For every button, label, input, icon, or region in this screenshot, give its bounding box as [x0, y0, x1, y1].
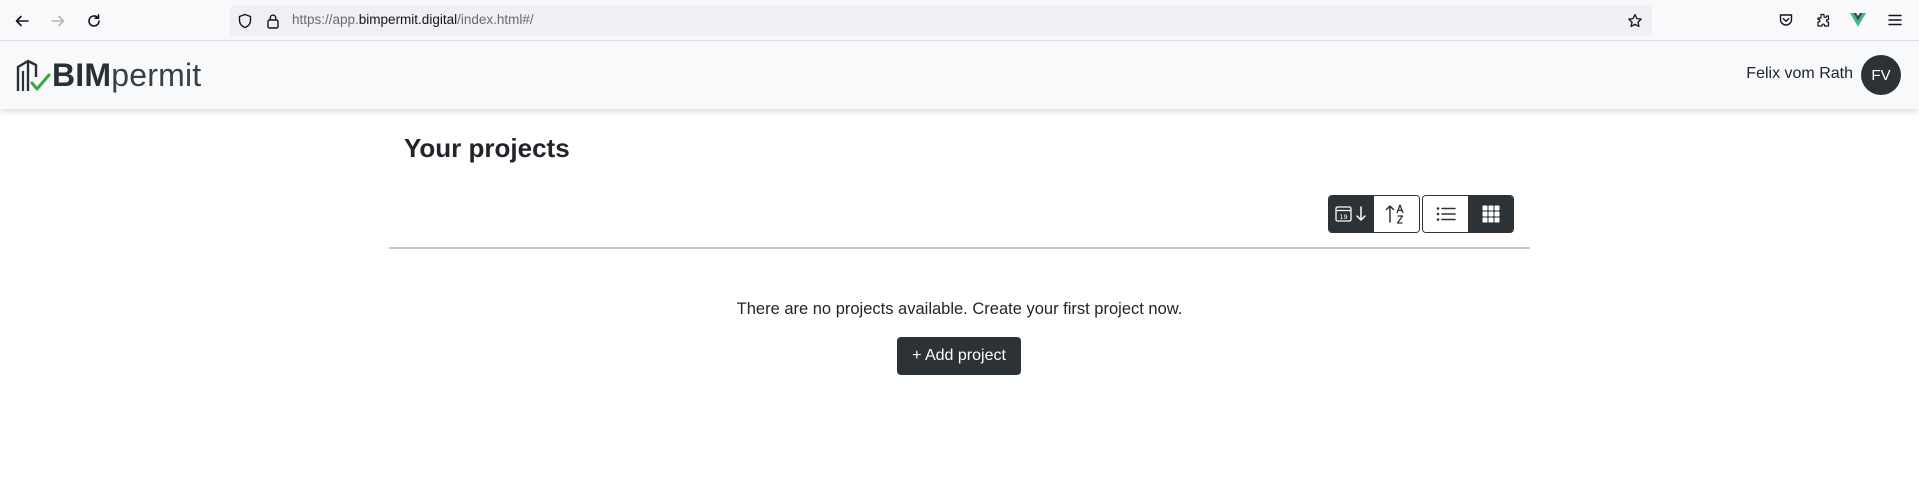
grid-view-button[interactable] — [1468, 196, 1513, 232]
avatar[interactable]: FV — [1861, 55, 1901, 95]
user-name[interactable]: Felix vom Rath — [1746, 65, 1853, 83]
address-bar[interactable]: https://app.bimpermit.digital/index.html… — [230, 5, 1652, 36]
lock-icon[interactable] — [264, 12, 282, 30]
sort-alpha-asc-icon — [1385, 204, 1404, 224]
bookmark-star-icon[interactable] — [1626, 12, 1644, 30]
url-text: https://app.bimpermit.digital/index.html… — [292, 12, 534, 27]
menu-icon[interactable] — [1884, 9, 1906, 31]
pocket-icon[interactable] — [1775, 9, 1797, 31]
list-view-button[interactable] — [1423, 196, 1468, 232]
content-divider — [389, 247, 1530, 249]
shield-icon[interactable] — [236, 12, 254, 30]
logo-light: permit — [111, 57, 202, 93]
building-check-logo-icon — [16, 59, 51, 91]
url-suffix: /index.html#/ — [457, 12, 534, 27]
sort-alpha-button[interactable] — [1374, 196, 1419, 232]
grid-icon — [1482, 205, 1499, 223]
url-domain: bimpermit.digital — [358, 12, 458, 27]
logo-bold: BIM — [52, 57, 112, 93]
back-icon[interactable] — [10, 9, 34, 33]
sort-button-group: 19 — [1328, 195, 1420, 233]
vue-devtools-icon[interactable] — [1847, 9, 1869, 31]
reload-icon[interactable] — [82, 9, 106, 33]
app-header: BIMpermit Felix vom Rath FV — [0, 41, 1919, 109]
browser-toolbar: https://app.bimpermit.digital/index.html… — [0, 0, 1919, 41]
bimpermit-logo[interactable]: BIMpermit — [16, 55, 201, 95]
calendar-sort-desc-icon: 19 — [1334, 206, 1366, 222]
add-project-button[interactable]: + Add project — [897, 337, 1021, 375]
sort-by-date-button[interactable]: 19 — [1329, 196, 1374, 232]
list-icon — [1436, 207, 1456, 221]
calendar-day-label: 19 — [1339, 213, 1347, 221]
empty-projects-message: There are no projects available. Create … — [736, 300, 1183, 318]
page-title: Your projects — [404, 133, 570, 163]
extensions-icon[interactable] — [1812, 9, 1834, 31]
forward-icon[interactable] — [46, 9, 70, 33]
url-prefix: https://app. — [292, 12, 359, 27]
view-button-group — [1422, 195, 1514, 233]
logo-wordmark: BIMpermit — [52, 55, 201, 95]
